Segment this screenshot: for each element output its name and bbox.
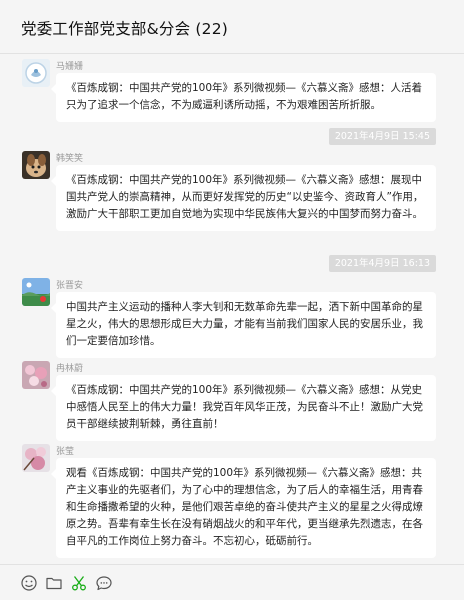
sender-name: 冉林蔚 <box>56 364 84 374</box>
avatar[interactable] <box>22 151 50 179</box>
timestamp: 2021年4月9日 15:45 <box>328 128 436 145</box>
emoji-icon[interactable] <box>20 574 38 592</box>
chat-header: 党委工作部党支部&分会 (22) <box>0 0 464 54</box>
message-bubble[interactable]: 中国共产主义运动的播种人李大钊和无数革命先辈一起，洒下新中国革命的星星之火，伟大… <box>51 292 436 358</box>
timestamp: 2021年4月9日 16:13 <box>328 255 436 272</box>
message-bubble[interactable]: 《百炼成钢：中国共产党的100年》系列微视频—《六慕义斋》感想：从党史中感悟人民… <box>51 375 436 441</box>
avatar[interactable] <box>22 444 50 472</box>
avatar[interactable] <box>22 278 50 306</box>
message-text: 《百炼成钢：中国共产党的100年》系列微视频—《六慕义斋》感想：人活着只为了追求… <box>66 82 423 111</box>
message-list[interactable]: 马姗姗 《百炼成钢：中国共产党的100年》系列微视频—《六慕义斋》感想：人活着只… <box>0 54 464 564</box>
sender-name: 张莹 <box>56 447 75 457</box>
sender-name: 马姗姗 <box>56 62 84 72</box>
message-bubble[interactable]: 《百炼成钢：中国共产党的100年》系列微视频—《六慕义斋》感想：人活着只为了追求… <box>51 73 436 122</box>
chat-bubble-icon[interactable] <box>95 574 113 592</box>
message-bubble[interactable]: 观看《百炼成钢：中国共产党的100年》系列微视频—《六慕义斋》感想：共产主义事业… <box>51 458 436 558</box>
message-text: 中国共产主义运动的播种人李大钊和无数革命先辈一起，洒下新中国革命的星星之火，伟大… <box>66 301 423 347</box>
input-toolbar <box>0 564 464 600</box>
message-text: 《百炼成钢：中国共产党的100年》系列微视频—《六慕义斋》感想：展现中国共产党人… <box>66 174 424 220</box>
message-text: 观看《百炼成钢：中国共产党的100年》系列微视频—《六慕义斋》感想：共产主义事业… <box>66 467 423 547</box>
avatar[interactable] <box>22 59 50 87</box>
sender-name: 张晋安 <box>56 281 84 291</box>
sender-name: 韩笑笑 <box>56 154 84 164</box>
avatar[interactable] <box>22 361 50 389</box>
message-text: 《百炼成钢：中国共产党的100年》系列微视频—《六慕义斋》感想：从党史中感悟人民… <box>66 384 423 430</box>
message-bubble[interactable]: 《百炼成钢：中国共产党的100年》系列微视频—《六慕义斋》感想：展现中国共产党人… <box>51 165 436 231</box>
chat-title: 党委工作部党支部&分会 (22) <box>21 20 229 38</box>
scissors-icon[interactable] <box>70 574 88 592</box>
folder-icon[interactable] <box>45 574 63 592</box>
